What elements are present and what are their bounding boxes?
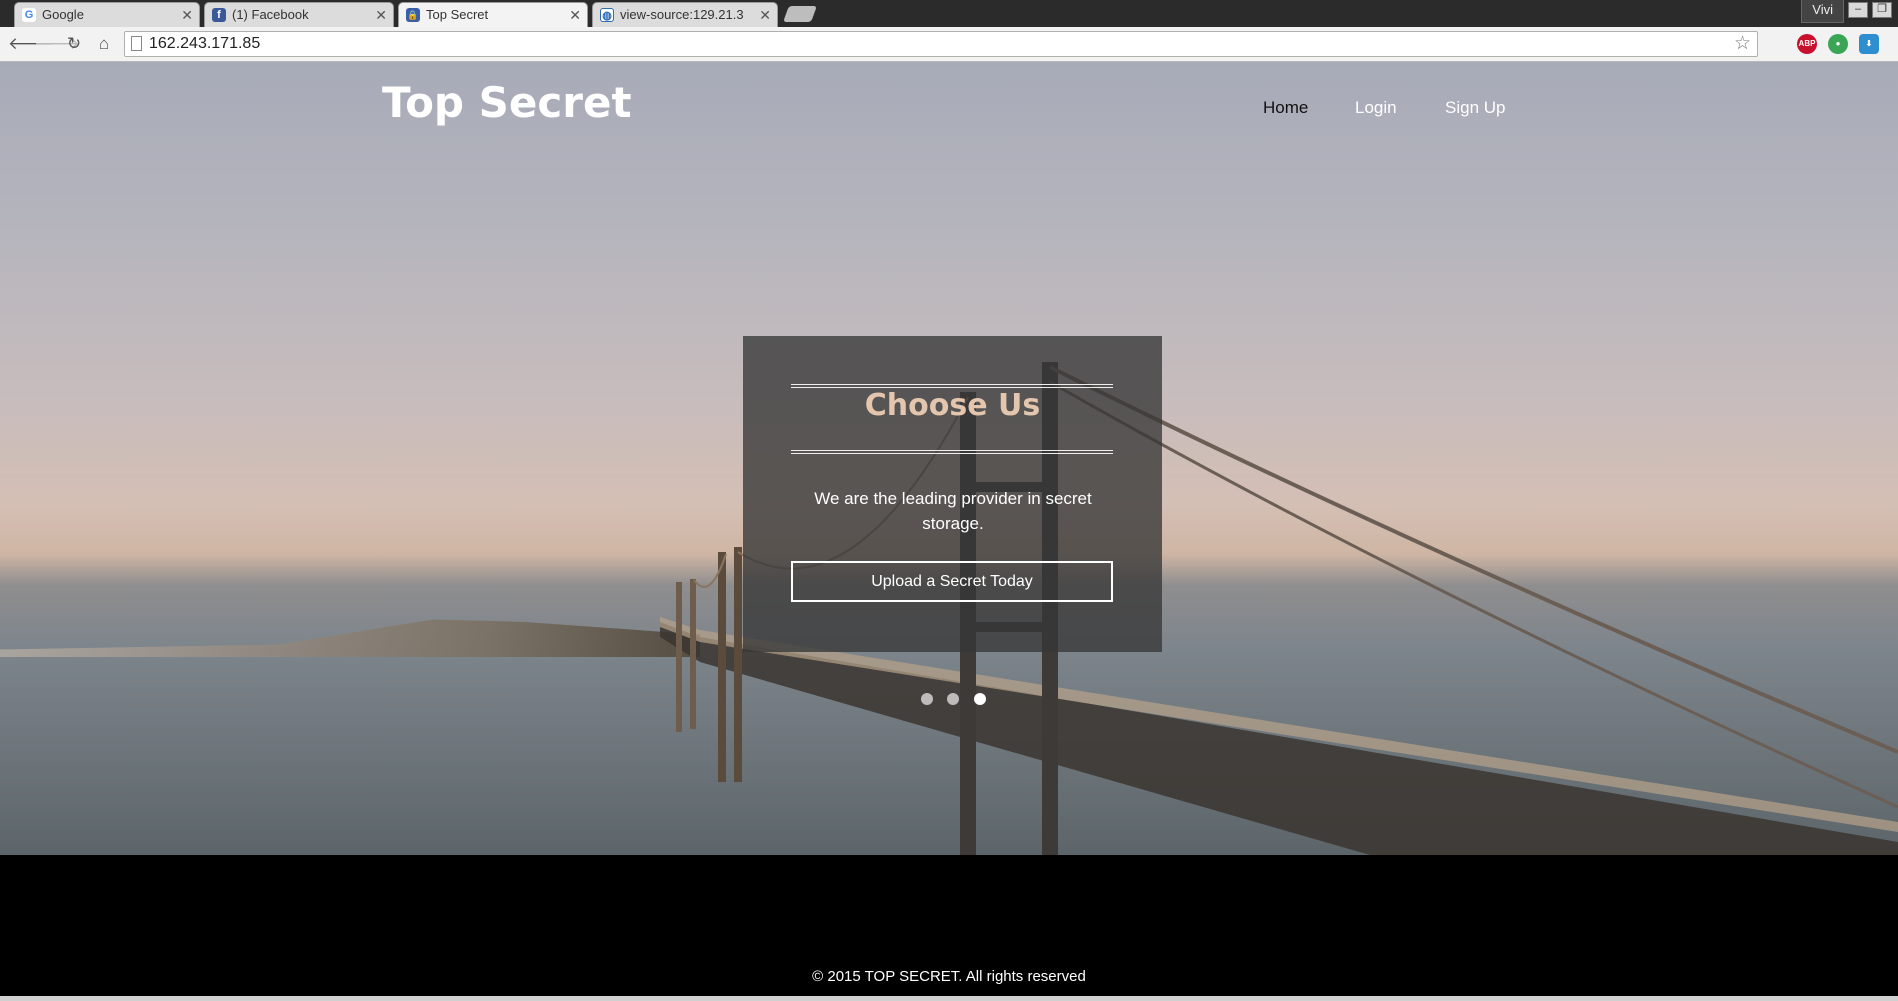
lock-icon: 🔒 <box>406 8 420 22</box>
site-logo[interactable]: Top Secret <box>382 78 632 127</box>
extension-download-icon[interactable]: ⬇ <box>1859 34 1879 54</box>
tab-view-source[interactable]: ◍ view-source:129.21.3 ✕ <box>592 2 778 27</box>
page-icon <box>131 36 142 51</box>
slide-dot-2[interactable] <box>947 693 960 705</box>
tab-top-secret[interactable]: 🔒 Top Secret ✕ <box>398 2 588 27</box>
back-icon[interactable]: 🡐 <box>8 34 54 54</box>
profile-button[interactable]: Vivi <box>1801 0 1844 23</box>
globe-icon: ◍ <box>600 8 614 22</box>
bookmark-star-icon[interactable]: ☆ <box>1734 33 1751 55</box>
window-bottom-edge <box>0 996 1898 1001</box>
nav-home[interactable]: Home <box>1263 98 1308 118</box>
url-text[interactable]: 162.243.171.85 <box>149 32 260 56</box>
upload-secret-button[interactable]: Upload a Secret Today <box>791 561 1113 602</box>
adblock-plus-icon[interactable]: ABP <box>1797 34 1817 54</box>
new-tab-button[interactable] <box>783 6 817 22</box>
tab-title: Top Secret <box>426 7 489 22</box>
hero-slider: Top Secret Home Login Sign Up Choose Us … <box>0 62 1898 855</box>
tab-facebook[interactable]: f (1) Facebook ✕ <box>204 2 394 27</box>
facebook-icon: f <box>212 8 226 22</box>
slide-text: We are the leading provider in secret st… <box>814 489 1092 533</box>
slide-card: Choose Us We are the leading provider in… <box>743 336 1162 652</box>
extension-green-icon[interactable]: ● <box>1828 34 1848 54</box>
tab-google[interactable]: G Google ✕ <box>14 2 200 27</box>
copyright-text: © 2015 TOP SECRET. All rights reserved <box>812 968 1086 985</box>
close-tab-icon[interactable]: ✕ <box>181 3 193 27</box>
nav-sign-up[interactable]: Sign Up <box>1445 98 1505 118</box>
browser-toolbar: 🡐 🡒 ↻ ⌂ 162.243.171.85 ☆ ABP ● ⬇ <box>0 27 1898 62</box>
tab-title: view-source:129.21.3 <box>620 7 744 22</box>
close-tab-icon[interactable]: ✕ <box>375 3 387 27</box>
slider-pagination <box>921 692 996 710</box>
slide-dot-3[interactable] <box>973 693 986 705</box>
google-icon: G <box>22 8 36 22</box>
tab-title: Google <box>42 7 84 22</box>
address-bar[interactable]: 162.243.171.85 ☆ <box>124 31 1758 57</box>
tab-strip: G Google ✕ f (1) Facebook ✕ 🔒 Top Secret… <box>0 0 1898 27</box>
page-footer: © 2015 TOP SECRET. All rights reserved <box>0 855 1898 996</box>
close-tab-icon[interactable]: ✕ <box>759 3 771 27</box>
heading-rule-bottom <box>791 450 1113 454</box>
nav-login[interactable]: Login <box>1355 98 1397 118</box>
slide-heading: Choose Us <box>864 388 1041 423</box>
tab-title: (1) Facebook <box>232 7 309 22</box>
restore-icon[interactable]: ❐ <box>1872 2 1892 18</box>
home-icon[interactable]: ⌂ <box>94 34 114 54</box>
close-tab-icon[interactable]: ✕ <box>569 3 581 27</box>
minimize-icon[interactable]: – <box>1848 2 1868 18</box>
reload-icon[interactable]: ↻ <box>64 34 84 54</box>
forward-icon[interactable]: 🡒 <box>34 34 80 54</box>
slide-dot-1[interactable] <box>921 693 933 705</box>
